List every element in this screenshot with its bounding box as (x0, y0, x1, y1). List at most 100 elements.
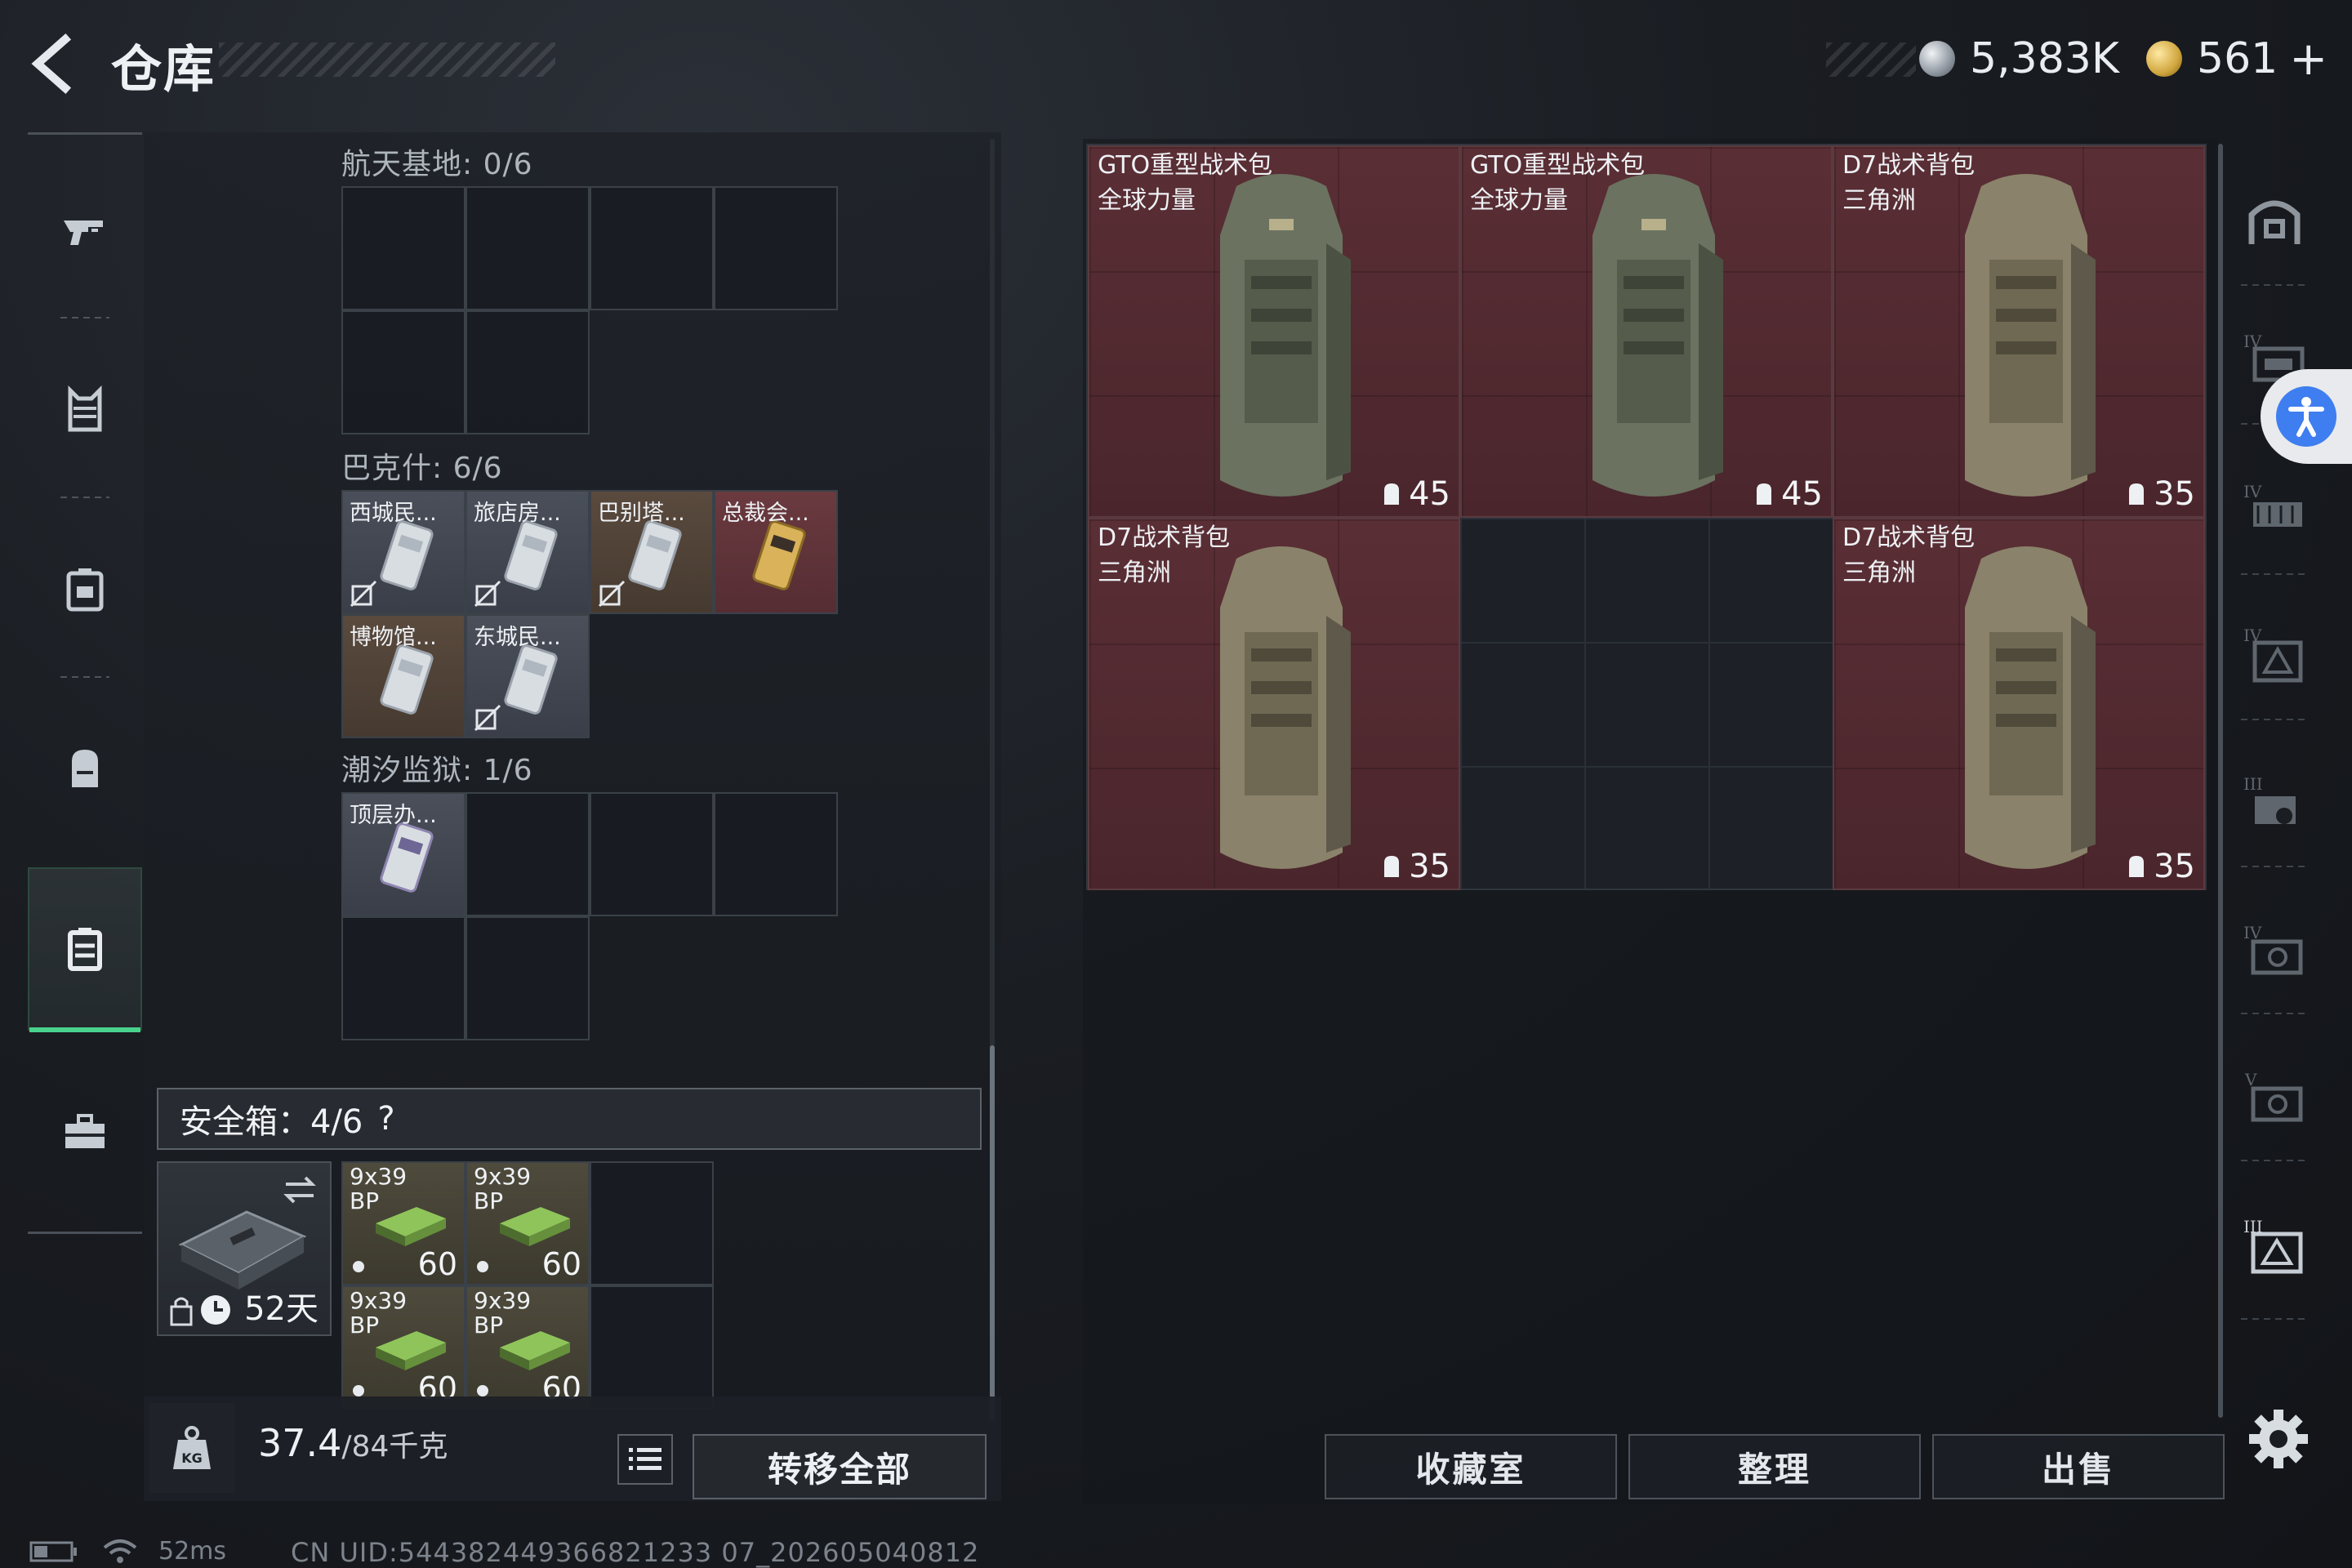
filter-tier5-safe-button[interactable]: V (2238, 1062, 2311, 1135)
empty-slot[interactable] (341, 186, 466, 310)
sell-button[interactable]: 出售 (1932, 1434, 2225, 1499)
ammo-dot (353, 1385, 364, 1396)
empty-slot[interactable] (466, 916, 590, 1040)
toolbox-icon (65, 1114, 105, 1148)
ammo-item[interactable]: 9x39 BP 60 (466, 1161, 590, 1285)
left-nav (28, 132, 142, 1235)
filter-tier4-safe-button[interactable]: IV (2238, 915, 2311, 988)
empty-slot[interactable] (466, 310, 590, 434)
nav-chest-rig[interactable] (28, 508, 142, 671)
storage-arch-icon (2248, 200, 2301, 244)
transfer-all-button[interactable]: 转移全部 (693, 1434, 987, 1499)
nav-storage[interactable] (28, 867, 142, 1032)
backpack-capacity: 35 (1381, 848, 1450, 885)
storage-scrollbar[interactable] (990, 1045, 995, 1421)
silver-coin-icon (1919, 41, 1955, 77)
storage-case-icon (68, 928, 102, 971)
backpack-name: GTO重型战术包 (1098, 151, 1273, 180)
empty-slot[interactable] (714, 186, 838, 310)
backpack-item[interactable]: GTO重型战术包 全球力量 45 (1460, 145, 1833, 518)
empty-slot[interactable] (590, 1161, 714, 1285)
key-card-item[interactable]: 顶层办... (341, 792, 466, 916)
weight-kg-icon: KG (173, 1426, 211, 1469)
carry-weight: 37.4/84千克 (258, 1421, 448, 1465)
backpack-image-icon (1965, 174, 2096, 497)
tier3-pack-icon: III (2243, 774, 2296, 824)
capacity-bag-icon (2129, 483, 2145, 505)
filter-tier4-rig-button[interactable]: IV (2238, 474, 2311, 547)
ammo-name: 9x39 BP (474, 1163, 532, 1214)
item-name: 东城民... (474, 625, 561, 650)
nav-toolbox[interactable] (28, 1050, 142, 1214)
empty-slot[interactable] (590, 186, 714, 310)
section-bakesh-label: 巴克什: 6/6 (341, 452, 503, 485)
filter-all-button[interactable] (2238, 185, 2311, 258)
nav-weapons[interactable] (28, 149, 142, 312)
filter-tier4-box-button[interactable]: IV (2238, 617, 2311, 691)
empty-slot[interactable] (341, 916, 466, 1040)
backpack-capacity: 45 (1753, 475, 1823, 513)
capacity-bag-icon (1384, 856, 1400, 877)
item-name: 总裁会... (722, 501, 809, 526)
key-card-item[interactable]: 旅店房... (466, 490, 590, 614)
lock-icon (170, 1297, 193, 1326)
filter-tier3-box-button[interactable]: III (2238, 1209, 2311, 1282)
backpack-item[interactable]: D7战术背包 三角洲 35 (1833, 145, 2205, 518)
ammo-item[interactable]: 9x39 BP 60 (341, 1161, 466, 1285)
container-scrollbar[interactable] (2218, 144, 2223, 1418)
backpack-item[interactable]: GTO重型战术包 全球力量 45 (1088, 145, 1460, 518)
key-card-item[interactable]: 总裁会... (714, 490, 838, 614)
backpack-capacity: 35 (2126, 848, 2195, 885)
wifi-icon (103, 1539, 137, 1563)
accessibility-icon (2276, 386, 2336, 447)
key-card-item[interactable]: 西城民... (341, 490, 466, 614)
empty-slot[interactable] (466, 186, 590, 310)
keycard-icon (504, 520, 558, 590)
ammo-item[interactable]: 9x39 BP 60 (341, 1285, 466, 1410)
capacity-value: 35 (2154, 475, 2195, 513)
backpack-image-icon (1220, 174, 1351, 497)
backpack-item[interactable]: D7战术背包 三角洲 35 (1833, 518, 2205, 890)
safe-box-grid: 9x39 BP 60 9x39 BP 60 9x39 BP 60 9x39 BP… (341, 1161, 717, 1411)
empty-slot[interactable] (590, 1285, 714, 1410)
list-view-button[interactable] (617, 1434, 673, 1485)
backpack-name: GTO重型战术包 (1470, 151, 1646, 180)
gold-currency[interactable]: 561 + (2146, 29, 2328, 88)
capacity-value: 35 (1409, 848, 1450, 885)
accessibility-button[interactable] (2261, 369, 2352, 464)
gold-coin-icon (2146, 41, 2182, 77)
gun-icon (64, 220, 103, 245)
ammo-item[interactable]: 9x39 BP 60 (466, 1285, 590, 1410)
svg-text:III: III (2243, 774, 2263, 794)
empty-slot[interactable] (466, 792, 590, 916)
list-icon (629, 1448, 662, 1470)
key-card-item[interactable]: 巴别塔... (590, 490, 714, 614)
organize-button[interactable]: 整理 (1628, 1434, 1921, 1499)
item-name: 西城民... (350, 501, 437, 526)
key-card-item[interactable]: 博物馆... (341, 614, 466, 738)
empty-slot[interactable] (714, 792, 838, 916)
keycard-icon (380, 822, 434, 893)
safe-box-container[interactable]: 52天 (157, 1161, 332, 1336)
tide-prison-grid: 顶层办... (341, 792, 841, 1042)
nav-backpack[interactable] (28, 688, 142, 851)
clock-icon (201, 1295, 230, 1325)
add-currency-button[interactable]: + (2289, 33, 2328, 86)
page-title: 仓库 (111, 39, 216, 99)
help-icon[interactable]: ? (377, 1100, 394, 1138)
collection-room-button[interactable]: 收藏室 (1325, 1434, 1617, 1499)
user-uid: CN UID:544382449366821233 07_20260504081… (291, 1537, 980, 1568)
filter-tier3-pack-button[interactable]: III (2238, 766, 2311, 840)
nav-armor[interactable] (28, 328, 142, 492)
silver-currency[interactable]: 5,383K (1919, 29, 2119, 88)
ammo-name: 9x39 BP (350, 1287, 408, 1339)
back-arrow-icon[interactable] (23, 31, 88, 96)
empty-slot[interactable] (590, 792, 714, 916)
svg-text:IV: IV (2243, 923, 2262, 942)
item-name: 旅店房... (474, 501, 561, 526)
backpack-item[interactable]: D7战术背包 三角洲 35 (1088, 518, 1460, 890)
empty-slot[interactable] (341, 310, 466, 434)
settings-gear-icon[interactable] (2244, 1405, 2313, 1473)
key-card-item[interactable]: 东城民... (466, 614, 590, 738)
safe-box-label: 安全箱：4/6 (180, 1103, 363, 1141)
